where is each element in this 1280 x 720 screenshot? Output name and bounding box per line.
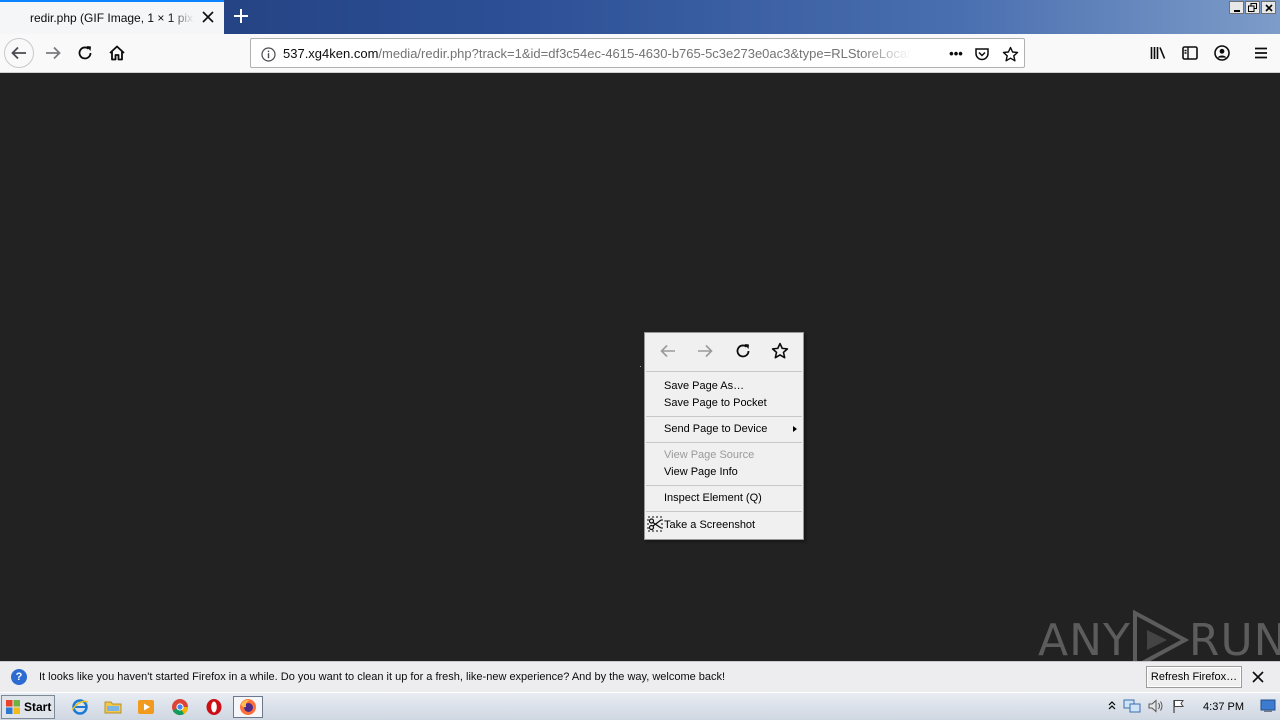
account-icon [1214,45,1230,61]
library-button[interactable] [1143,38,1173,68]
network-icon[interactable] [1123,698,1141,717]
context-reload-button[interactable] [730,338,756,364]
menu-item-label: Send Page to Device [664,423,768,435]
taskbar: Start 4:37 PM [0,692,1280,720]
menu-item-send-to-device[interactable]: Send Page to Device [645,421,803,438]
navigation-toolbar: 537.xg4ken.com/media/redir.php?track=1&i… [0,34,1280,73]
bookmark-star-icon[interactable] [1001,45,1019,63]
question-icon: ? [11,669,27,685]
forward-button[interactable] [38,38,68,68]
reload-button[interactable] [70,38,100,68]
window-close-button[interactable] [1261,1,1276,14]
pocket-icon[interactable] [973,45,991,63]
action-center-flag-icon[interactable] [1171,698,1187,717]
menu-item-view-page-info[interactable]: View Page Info [645,464,803,481]
windows-logo-icon [6,700,20,714]
minimize-button[interactable] [1229,1,1244,14]
sidebar-icon [1182,46,1198,60]
context-menu-nav-row [645,333,803,369]
close-icon[interactable] [1250,669,1266,685]
library-icon [1150,47,1166,59]
context-back-button[interactable] [655,338,681,364]
menu-item-take-screenshot[interactable]: Take a Screenshot [645,515,803,535]
hamburger-menu-icon [1255,47,1267,59]
menu-item-view-page-source: View Page Source [664,449,755,461]
page-actions-menu-icon[interactable]: ••• [945,44,967,62]
url-path: /media/redir.php?track=1&id=df3c54ec-461… [378,46,911,61]
restore-button[interactable] [1245,1,1260,14]
bookmark-star-icon [772,342,789,359]
start-label: Start [24,700,52,714]
menu-item-save-page-as[interactable]: Save Page As… [645,378,803,395]
back-arrow-icon [11,46,26,60]
home-button[interactable] [102,38,132,68]
new-tab-button[interactable] [230,5,252,27]
file-explorer-icon[interactable] [100,696,126,718]
back-arrow-icon [660,344,675,358]
menu-separator [646,371,802,372]
start-button[interactable]: Start [1,695,55,719]
tab-active[interactable]: redir.php (GIF Image, 1 × 1 pixels) [0,0,224,34]
menu-item-save-to-pocket[interactable]: Save Page to Pocket [645,395,803,412]
notification-bar: ? It looks like you haven't started Fire… [0,661,1280,692]
submenu-arrow-icon [793,426,797,432]
forward-arrow-icon [698,344,713,358]
menu-item-inspect-element[interactable]: Inspect Element (Q) [645,490,803,507]
plus-icon [234,9,248,23]
scissors-screenshot-icon [647,516,663,539]
volume-icon[interactable] [1147,698,1165,717]
firefox-icon[interactable] [233,696,263,718]
watermark-text-left: ANY [1038,614,1131,666]
show-desktop-icon[interactable] [1260,699,1276,716]
context-forward-button[interactable] [692,338,718,364]
menu-separator [646,442,802,443]
menu-separator [646,416,802,417]
chrome-icon[interactable] [167,696,193,718]
menu-item-label: Take a Screenshot [664,519,756,531]
opera-icon[interactable] [201,696,227,718]
account-button[interactable] [1207,38,1237,68]
internet-explorer-icon[interactable] [67,696,93,718]
forward-arrow-icon [46,46,61,60]
reload-icon [736,344,750,358]
url-host: 537.xg4ken.com [283,46,379,61]
tab-title: redir.php (GIF Image, 1 × 1 pixels) [30,11,194,25]
media-player-icon[interactable] [133,696,159,718]
watermark-text-right: RUN [1188,614,1280,666]
url-text[interactable]: 537.xg4ken.com/media/redir.php?track=1&i… [283,46,911,61]
page-content[interactable] [0,74,1280,661]
window-controls [1229,1,1276,14]
tab-strip: redir.php (GIF Image, 1 × 1 pixels) [0,0,1280,34]
reload-icon [78,46,92,60]
app-menu-button[interactable] [1246,38,1276,68]
close-icon[interactable] [200,9,216,25]
menu-separator [646,511,802,512]
clock[interactable]: 4:37 PM [1203,701,1244,713]
refresh-firefox-button[interactable]: Refresh Firefox… [1146,666,1242,688]
back-button[interactable] [4,38,34,68]
show-hidden-icons-icon[interactable] [1107,700,1117,715]
context-bookmark-button[interactable] [767,338,793,364]
sidebar-button[interactable] [1175,38,1205,68]
url-bar[interactable]: 537.xg4ken.com/media/redir.php?track=1&i… [250,38,1025,68]
menu-separator [646,485,802,486]
notification-message: It looks like you haven't started Firefo… [39,671,726,683]
home-icon [109,45,125,61]
context-menu: Save Page As… Save Page to Pocket Send P… [644,332,804,540]
gif-image[interactable] [640,366,641,367]
info-icon[interactable] [259,45,277,63]
system-tray: 4:37 PM [1107,695,1280,719]
